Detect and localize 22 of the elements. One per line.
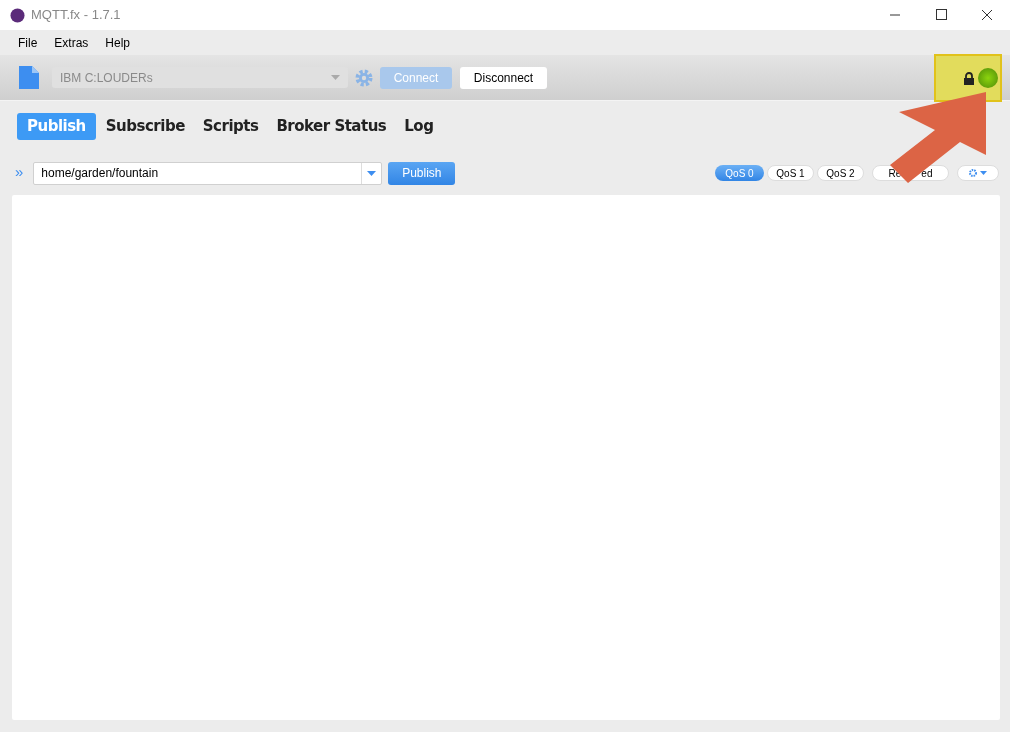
- tab[interactable]: Subscribe: [97, 112, 193, 140]
- caret-icon: [367, 170, 377, 176]
- window-title: MQTT.fx - 1.7.1: [31, 6, 121, 25]
- tab[interactable]: Log: [396, 112, 442, 140]
- tab[interactable]: Scripts: [194, 112, 267, 140]
- menu-item[interactable]: Help: [97, 33, 139, 52]
- document-icon[interactable]: [19, 66, 39, 89]
- disconnect-button[interactable]: Disconnect: [460, 66, 547, 89]
- app-logo-icon: [10, 7, 25, 23]
- topic-field[interactable]: home/garden/fountain: [33, 161, 383, 185]
- menu-item[interactable]: Extras: [46, 33, 97, 52]
- settings-icon[interactable]: [354, 67, 374, 88]
- tab[interactable]: Broker Status: [268, 112, 395, 140]
- qos-toggle[interactable]: QoS 1: [767, 165, 814, 181]
- lock-icon: [963, 72, 975, 85]
- qos-toggle[interactable]: QoS 2: [817, 165, 864, 181]
- caret-icon: [980, 171, 987, 175]
- profile-text: IBM C:LOUDERs: [60, 69, 153, 87]
- gears-icon: [969, 168, 979, 178]
- menu-item[interactable]: File: [10, 33, 46, 52]
- options-menu-button[interactable]: [957, 165, 999, 181]
- caret-icon: [331, 75, 340, 80]
